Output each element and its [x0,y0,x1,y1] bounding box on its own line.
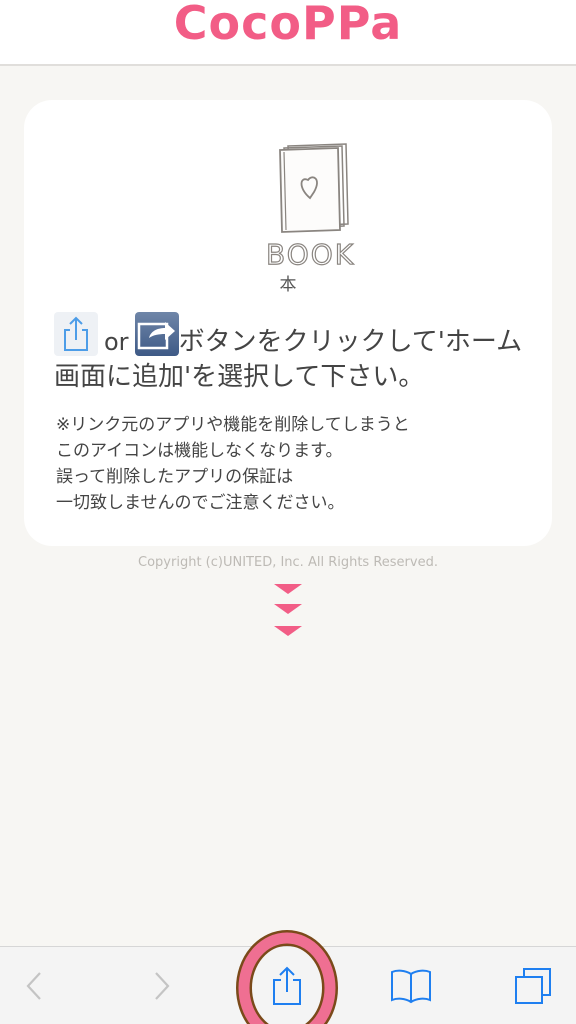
notice-line: 誤って削除したアプリの保証は [56,467,294,487]
add-to-home-instruction: or ボタンをクリックして'ホーム画面に追加'を選択して下さい。 [54,312,534,395]
tabs-icon [515,968,551,1004]
or-text: or [104,328,129,356]
back-button[interactable] [14,947,54,1024]
book-label: 本 [279,275,297,295]
notice-line: 一切致しませんのでご注意ください。 [56,493,345,513]
notice-line: このアイコンは機能しなくなります。 [56,441,343,461]
cocoppa-logo[interactable]: CocoPPa [174,0,402,50]
notice-text: ※リンク元のアプリや機能を削除してしまうと このアイコンは機能しなくなります。 … [56,412,536,516]
down-arrows-icon [274,584,302,636]
copyright-text: Copyright (c)UNITED, Inc. All Rights Res… [138,555,438,570]
forward-share-icon [134,312,179,356]
instruction-card: BOOK 本 or ボタンをクリックして'ホーム画面に追加'を選択して下さい。 … [24,100,552,546]
tabs-button[interactable] [508,947,558,1024]
book-illustration: BOOK [265,143,355,270]
highlight-ring-annotation [236,930,338,1024]
site-header: CocoPPa [0,0,576,66]
page: CocoPPa BOOK 本 or ボタンをクリックして'ホーム画面に追加'を選… [0,0,576,1024]
share-icon [54,312,98,356]
forward-chevron-icon [155,972,170,1000]
bookmarks-button[interactable] [386,947,436,1024]
forward-button[interactable] [142,947,182,1024]
notice-line: ※リンク元のアプリや機能を削除してしまうと [56,415,410,435]
back-chevron-icon [26,972,41,1000]
svg-text:BOOK: BOOK [266,238,355,270]
bookmarks-icon [391,969,431,1004]
